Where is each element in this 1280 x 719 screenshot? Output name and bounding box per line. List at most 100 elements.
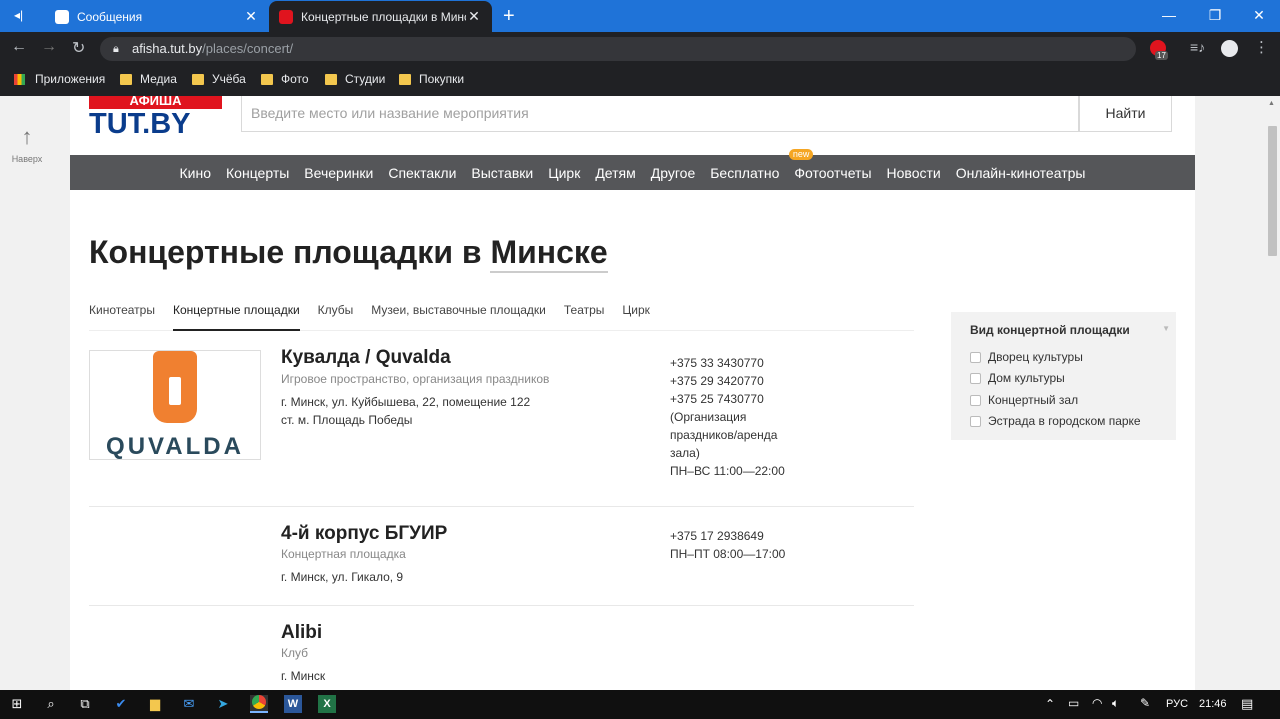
menu-icon[interactable]: ⋮ [1254,38,1269,56]
word-icon[interactable]: W [284,695,302,713]
clock[interactable]: 21:46 [1199,698,1227,710]
battery-icon[interactable]: ▭ [1068,696,1079,710]
maximize-button[interactable]: ❐ [1192,0,1238,30]
chrome-icon[interactable] [250,695,268,713]
venue-name[interactable]: Alibi [281,622,322,644]
close-window-button[interactable]: ✕ [1236,0,1280,30]
tab-title: Сообщения [77,9,143,24]
tab-search-icon[interactable]: ◂| [14,8,23,22]
nav-item-parties[interactable]: Вечеринки [297,165,381,181]
venue-type: Концертная площадка [281,547,406,561]
filter-option[interactable]: Эстрада в городском парке [970,414,1141,428]
tab-messages[interactable]: Сообщения ✕ [45,1,269,32]
forward-icon[interactable]: → [41,38,57,56]
filter-option-label: Дом культуры [988,371,1065,385]
nav-item-exhibitions[interactable]: Выставки [464,165,541,181]
tab-title: Концертные площадки в Минске [301,9,466,24]
search-icon[interactable]: ⌕ [42,695,60,713]
nav-item-label: Фотоотчеты [794,164,872,181]
tab-clubs[interactable]: Клубы [318,303,354,331]
filter-option-label: Эстрада в городском парке [988,414,1141,428]
bookmark-media[interactable]: Медиа [120,72,177,86]
checkbox[interactable] [970,372,981,384]
page-scrollbar[interactable]: ▲ [1264,96,1280,690]
tab-museums[interactable]: Музеи, выставочные площадки [371,303,546,331]
nav-item-free[interactable]: Бесплатно [703,165,787,181]
nav-item-news[interactable]: Новости [879,165,948,181]
telegram-icon[interactable]: ➤ [214,695,232,713]
url-host: afisha.tut.by [132,41,203,56]
collapse-icon[interactable]: ▼ [1162,324,1170,333]
phone[interactable]: +375 33 3430770 [670,354,785,372]
tray-chevron-icon[interactable]: ⌃ [1045,697,1055,711]
nav-item-other[interactable]: Другое [643,165,702,181]
venue-type-filter: Вид концертной площадки ▼ Дворец культур… [951,312,1176,440]
category-tabs: Кинотеатры Концертные площадки Клубы Муз… [89,303,914,331]
folder-icon [399,73,411,85]
nav-item-circus[interactable]: Цирк [541,165,588,181]
task-view-icon[interactable]: ⧉ [76,695,94,713]
nav-item-kids[interactable]: Детям [588,165,643,181]
tab-concert-venues[interactable]: Концертные площадки в Минске ✕ [269,1,492,32]
windows-start-icon[interactable]: ⊞ [8,695,26,713]
nav-item-photoreports[interactable]: new Фотоотчеты [787,148,879,181]
bookmark-studios[interactable]: Студии [325,72,385,86]
new-tab-button[interactable]: + [503,4,515,28]
nav-item-plays[interactable]: Спектакли [381,165,464,181]
phone[interactable]: +375 17 2938649 [670,527,785,545]
bookmark-label: Покупки [419,72,465,86]
venue-logo-quvalda[interactable]: QUVALDA [89,350,261,460]
tab-cinemas[interactable]: Кинотеатры [89,303,155,331]
bookmark-study[interactable]: Учёба [192,72,246,86]
file-explorer-icon[interactable]: ▆ [146,695,164,713]
scrollbar-thumb[interactable] [1268,126,1277,256]
logo-tutby[interactable]: TUT.BY [89,109,191,139]
phone[interactable]: +375 29 3420770 [670,372,785,390]
scroll-up-arrow-icon[interactable]: ▲ [1268,100,1275,107]
bookmark-shopping[interactable]: Покупки [399,72,464,86]
phone[interactable]: +375 25 7430770 [670,390,785,408]
excel-icon[interactable]: X [318,695,336,713]
city-selector[interactable]: Минске [490,234,608,273]
close-tab-icon[interactable]: ✕ [466,8,482,25]
notifications-icon[interactable]: ▤ [1241,696,1253,712]
mail-icon[interactable]: ✉ [180,695,198,713]
checkbox[interactable] [970,415,981,427]
volume-icon[interactable]: 🔈︎ [1112,696,1119,711]
address-bar[interactable]: 🔒︎ afisha.tut.by/places/concert/ [100,37,1136,61]
windows-taskbar: ⊞ ⌕ ⧉ ✔ ▆ ✉ ➤ W X ⌃ ▭ ◠ 🔈︎ ✎ РУС 21:46 ▤ [0,690,1280,719]
back-icon[interactable]: ← [11,38,27,56]
search-button[interactable]: Найти [1079,96,1172,132]
media-icon[interactable]: ≡♪ [1190,39,1205,55]
tab-theatres[interactable]: Театры [564,303,605,331]
venue-street: г. Минск, ул. Куйбышева, 22, помещение 1… [281,395,531,409]
venue-item: Alibi Клуб г. Минск [89,606,914,690]
filter-option[interactable]: Концертный зал [970,393,1078,407]
filter-option[interactable]: Дворец культуры [970,350,1083,364]
checkbox[interactable] [970,394,981,406]
close-tab-icon[interactable]: ✕ [243,8,259,25]
nav-item-kino[interactable]: Кино [172,165,219,181]
todo-app-icon[interactable]: ✔ [112,695,130,713]
nav-item-concerts[interactable]: Концерты [219,165,297,181]
nav-item-online-cinemas[interactable]: Онлайн-кинотеатры [948,165,1093,181]
venue-name[interactable]: Кувалда / Quvalda [281,347,451,369]
pen-icon[interactable]: ✎ [1140,696,1150,710]
filter-option[interactable]: Дом культуры [970,371,1065,385]
language-indicator[interactable]: РУС [1166,698,1188,710]
checkbox[interactable] [970,351,981,363]
search-input[interactable]: Введите место или название мероприятия [241,96,1079,132]
tab-concert-venues[interactable]: Концертные площадки [172,303,300,331]
reload-icon[interactable]: ↻ [72,38,85,58]
profile-icon[interactable] [1221,40,1238,57]
bookmark-photo[interactable]: Фото [261,72,309,86]
bookmark-apps[interactable]: Приложения [14,72,105,86]
tab-circus[interactable]: Цирк [622,303,650,331]
wifi-icon[interactable]: ◠ [1092,696,1102,710]
minimize-button[interactable]: — [1146,0,1192,30]
url-path: /places/concert/ [202,41,294,56]
phone-note: (Организация [670,410,747,424]
venue-name[interactable]: 4-й корпус БГУИР [281,523,447,545]
scroll-up-button[interactable]: ↑ Наверх [10,126,44,165]
filter-title: Вид концертной площадки [970,323,1130,337]
